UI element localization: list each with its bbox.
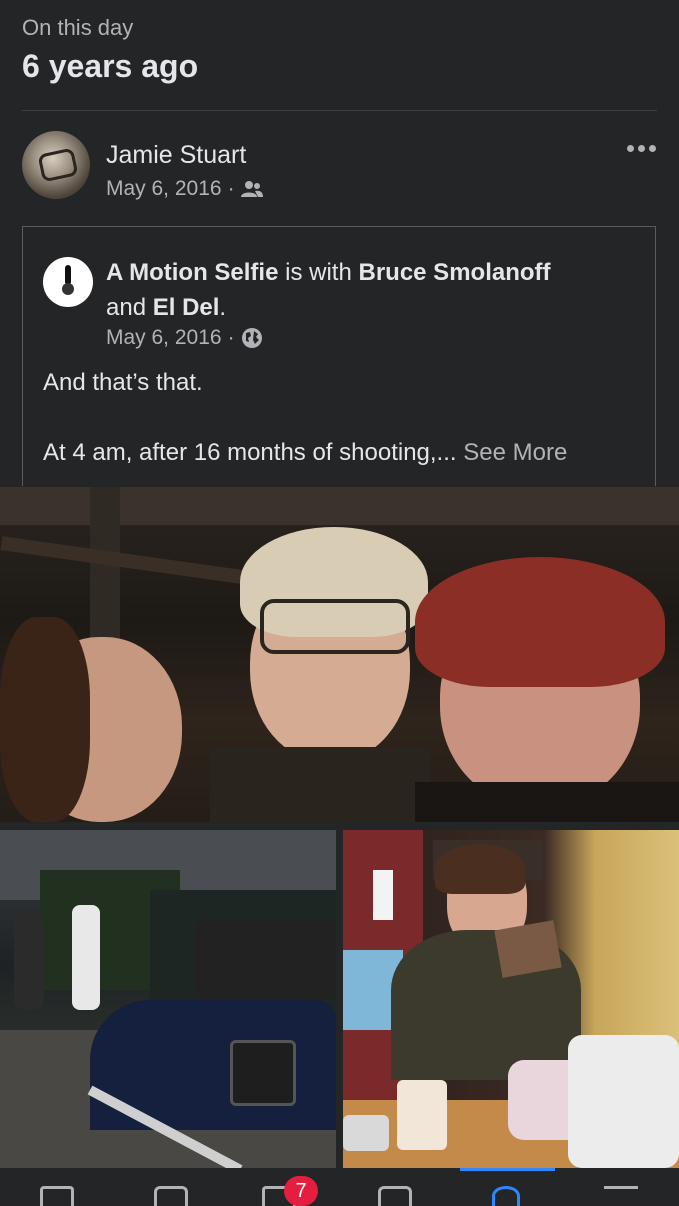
page-name-link[interactable]: A Motion Selfie <box>106 259 278 286</box>
memory-header: On this day 6 years ago <box>22 14 198 86</box>
shared-post-header: A Motion Selfie is with Bruce Smolanoff … <box>106 255 626 325</box>
makeup-photo[interactable] <box>343 830 679 1168</box>
divider <box>22 110 657 111</box>
film-set-photo[interactable] <box>0 830 336 1168</box>
active-tab-indicator <box>460 1168 555 1171</box>
more-horizontal-icon[interactable] <box>627 145 657 155</box>
globe-icon <box>241 328 262 348</box>
notification-badge: 7 <box>284 1176 318 1206</box>
date-separator: · <box>227 177 235 200</box>
selfie-photo[interactable] <box>0 487 679 822</box>
post-meta: May 6, 2016 · <box>106 177 263 201</box>
home-icon[interactable] <box>40 1186 74 1206</box>
author-name[interactable]: Jamie Stuart <box>106 141 246 170</box>
profile-icon[interactable] <box>492 1186 520 1206</box>
post-header: Jamie Stuart May 6, 2016 · <box>22 131 657 203</box>
shared-post-date[interactable]: May 6, 2016 <box>106 326 222 350</box>
date-separator: · <box>227 326 235 349</box>
menu-icon[interactable] <box>604 1186 638 1192</box>
years-ago-title: 6 years ago <box>22 48 199 84</box>
period: . <box>219 294 227 321</box>
and-text: and <box>106 294 147 321</box>
shared-post-meta: May 6, 2016 · <box>106 326 263 350</box>
friends-icon <box>240 181 263 197</box>
friends-icon[interactable] <box>154 1186 188 1206</box>
tagged-friend-1[interactable]: Bruce Smolanoff <box>358 259 550 286</box>
is-with-text: is with <box>285 259 352 286</box>
author-avatar[interactable] <box>22 131 90 199</box>
shared-post[interactable]: A Motion Selfie is with Bruce Smolanoff … <box>22 226 656 486</box>
marketplace-icon[interactable] <box>378 1186 412 1206</box>
post-text-line-1: And that’s that. <box>43 369 203 396</box>
see-more-link[interactable]: See More <box>463 439 567 466</box>
post-date[interactable]: May 6, 2016 <box>106 177 222 201</box>
on-this-day-label: On this day <box>22 15 134 40</box>
post-text-line-2: At 4 am, after 16 months of shooting,...… <box>43 439 567 467</box>
bottom-tab-bar <box>0 1168 679 1200</box>
post-text-truncated: At 4 am, after 16 months of shooting,... <box>43 439 457 466</box>
tagged-friend-2[interactable]: El Del <box>153 294 220 321</box>
page-avatar[interactable] <box>43 257 93 307</box>
